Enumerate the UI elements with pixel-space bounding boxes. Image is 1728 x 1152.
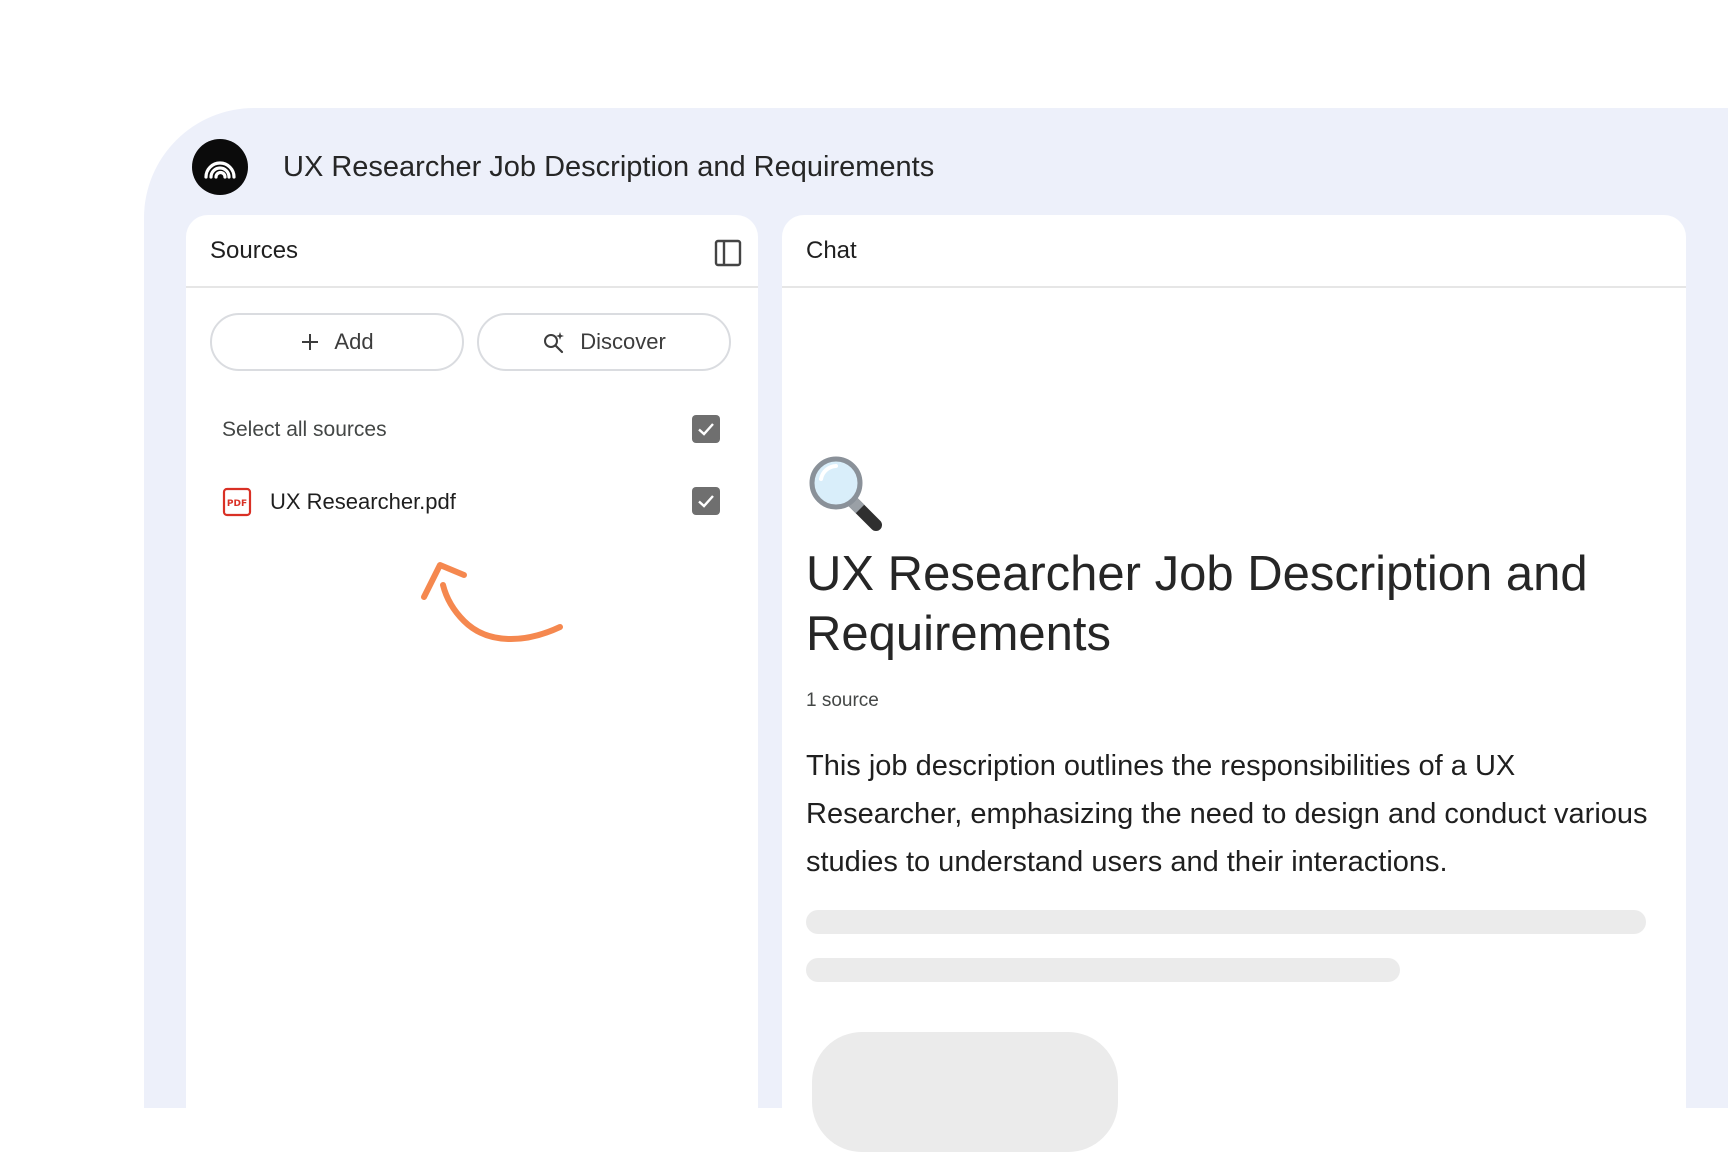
- annotation-arrow-icon: [421, 562, 563, 643]
- check-icon: [698, 423, 714, 436]
- select-all-row[interactable]: Select all sources: [222, 415, 720, 445]
- chat-title: Chat: [806, 236, 857, 264]
- loading-placeholder: [806, 910, 1646, 934]
- magnifying-glass-icon: [809, 456, 882, 531]
- app-header: UX Researcher Job Description and Requir…: [192, 138, 934, 196]
- notebooklm-logo-icon[interactable]: [192, 139, 248, 195]
- chat-heading: UX Researcher Job Description and Requir…: [806, 547, 1588, 661]
- discover-label: Discover: [580, 329, 666, 354]
- notebook-summary: This job description outlines the respon…: [806, 750, 1648, 878]
- add-source-button[interactable]: Add: [210, 313, 464, 371]
- discover-sparkle-search-icon: [544, 332, 565, 354]
- notebook-title[interactable]: UX Researcher Job Description and Requir…: [283, 151, 934, 184]
- chat-panel: Chat UX Researcher Job Description and R…: [782, 215, 1686, 1152]
- source-file-name: UX Researcher.pdf: [270, 489, 456, 514]
- panel-collapse-icon[interactable]: [712, 237, 744, 269]
- sources-header: Sources: [186, 215, 758, 288]
- sources-panel: Sources Add Discover Select all sources …: [186, 215, 758, 1115]
- source-actions: Add Discover: [210, 313, 731, 371]
- source-count: 1 source: [806, 690, 879, 711]
- svg-text:PDF: PDF: [227, 499, 247, 509]
- chat-overview: UX Researcher Job Description and Requir…: [806, 453, 1662, 982]
- chat-header: Chat: [782, 215, 1686, 288]
- sources-title: Sources: [210, 236, 299, 264]
- source-item[interactable]: PDF UX Researcher.pdf: [222, 487, 720, 517]
- add-label: Add: [334, 329, 374, 354]
- loading-chip-placeholder: [812, 1032, 1118, 1152]
- discover-sources-button[interactable]: Discover: [477, 313, 731, 371]
- plus-icon: [302, 334, 319, 350]
- check-icon: [698, 495, 714, 508]
- pdf-icon: PDF: [222, 487, 252, 517]
- select-all-label: Select all sources: [222, 418, 387, 441]
- loading-placeholder: [806, 958, 1400, 982]
- source-checkbox[interactable]: [692, 487, 720, 515]
- select-all-checkbox[interactable]: [692, 415, 720, 443]
